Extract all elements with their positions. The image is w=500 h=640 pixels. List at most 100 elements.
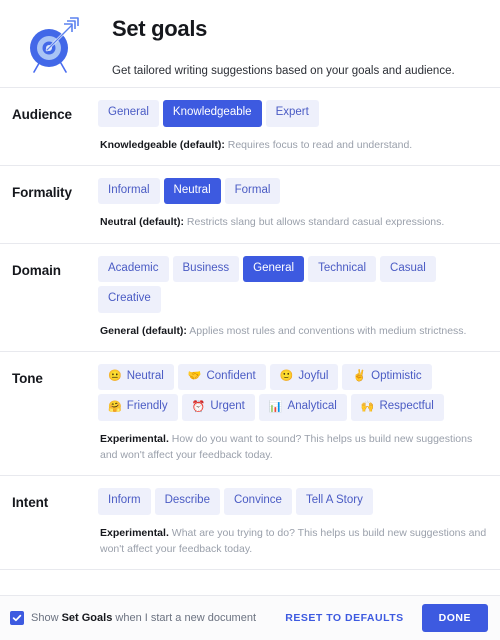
show-set-goals-checkbox[interactable] bbox=[10, 611, 24, 625]
done-button[interactable]: DONE bbox=[421, 604, 488, 632]
setting-body-domain: Academic Business General Technical Casual Cr… bbox=[98, 255, 490, 339]
option-label: Describe bbox=[164, 494, 210, 507]
option-tone-friendly[interactable]: 🤗 Friendly bbox=[98, 394, 178, 421]
option-label: Respectful bbox=[379, 400, 434, 413]
bar-chart-icon: 📊 bbox=[268, 400, 283, 413]
option-label: Optimistic bbox=[371, 369, 422, 382]
option-label: Informal bbox=[108, 183, 150, 196]
option-label: Academic bbox=[108, 261, 159, 274]
setting-row-domain: Domain Academic Business General Technical Ca… bbox=[0, 244, 500, 351]
option-intent-inform[interactable]: Inform bbox=[98, 488, 151, 515]
setting-body-intent: Inform Describe Convince Tell A Story Experi… bbox=[98, 488, 490, 557]
target-with-arrow-icon bbox=[14, 10, 90, 80]
option-label: Neutral bbox=[173, 183, 211, 196]
option-domain-creative[interactable]: Creative bbox=[98, 286, 161, 313]
option-audience-knowledgeable[interactable]: Knowledgeable bbox=[162, 100, 262, 127]
handshake-icon: 🤝 bbox=[187, 370, 202, 383]
neutral-face-icon: 😐 bbox=[108, 370, 122, 383]
option-audience-general[interactable]: General bbox=[98, 100, 159, 127]
option-formality-formal[interactable]: Formal bbox=[224, 177, 281, 205]
option-group-domain: Academic Business General Technical Casual Cr… bbox=[98, 255, 490, 313]
show-set-goals-label: Show Set Goals when I start a new docume… bbox=[31, 612, 257, 624]
option-formality-informal[interactable]: Informal bbox=[98, 177, 160, 205]
option-label: General bbox=[108, 106, 149, 118]
settings-sections: Audience General Knowledgeable Expert Knowle… bbox=[0, 88, 500, 571]
option-tone-respectful[interactable]: 🙌 Respectful bbox=[350, 394, 444, 421]
hugging-face-icon: 🤗 bbox=[108, 400, 122, 413]
setting-row-audience: Audience General Knowledgeable Expert Knowle… bbox=[0, 88, 500, 165]
divider bbox=[0, 569, 500, 571]
checkmark-icon bbox=[12, 613, 22, 623]
option-tone-neutral[interactable]: 😐 Neutral bbox=[98, 363, 174, 391]
option-intent-convince[interactable]: Convince bbox=[223, 488, 292, 515]
option-audience-expert[interactable]: Expert bbox=[265, 100, 319, 127]
option-intent-tell-a-story[interactable]: Tell A Story bbox=[295, 488, 373, 515]
page-title: Set goals bbox=[112, 16, 208, 41]
header-text-block: Set goals Get tailored writing suggestio… bbox=[90, 10, 455, 79]
option-intent-describe[interactable]: Describe bbox=[154, 488, 220, 515]
description-rest: Requires focus to read and understand. bbox=[224, 138, 413, 151]
description-rest: Applies most rules and conventions with … bbox=[186, 324, 467, 337]
option-tone-confident[interactable]: 🤝 Confident bbox=[177, 363, 266, 391]
option-label: Casual bbox=[390, 261, 426, 274]
option-label: General bbox=[253, 261, 295, 274]
description-strong: Knowledgeable (default): bbox=[100, 138, 225, 151]
show-set-goals-toggle[interactable]: Show Set Goals when I start a new docume… bbox=[10, 611, 277, 625]
option-label: Confident bbox=[206, 369, 256, 382]
option-domain-business[interactable]: Business bbox=[172, 255, 240, 283]
option-label: Technical bbox=[318, 261, 367, 274]
dialog-header: Set goals Get tailored writing suggestio… bbox=[0, 0, 500, 87]
option-tone-optimistic[interactable]: ✌️ Optimistic bbox=[342, 363, 432, 391]
raising-hands-icon: 🙌 bbox=[360, 400, 375, 413]
setting-description-formality: Neutral (default): Restricts slang but a… bbox=[98, 214, 490, 230]
smiling-face-icon: 🙂 bbox=[279, 370, 294, 383]
option-domain-general[interactable]: General bbox=[243, 255, 305, 283]
setting-row-formality: Formality Informal Neutral Formal Neutral (d… bbox=[0, 166, 500, 243]
option-label: Urgent bbox=[210, 400, 245, 413]
option-group-tone: 😐 Neutral 🤝 Confident 🙂 Joyful ✌️ Optimistic 🤗 Fr… bbox=[98, 363, 490, 421]
victory-hand-icon: ✌️ bbox=[352, 370, 367, 383]
option-tone-urgent[interactable]: ⏰ Urgent bbox=[181, 394, 255, 421]
option-group-audience: General Knowledgeable Expert bbox=[98, 100, 490, 127]
option-label: Creative bbox=[108, 292, 151, 305]
setting-description-audience: Knowledgeable (default): Requires focus … bbox=[98, 137, 490, 153]
option-domain-technical[interactable]: Technical bbox=[308, 255, 377, 283]
setting-description-tone: Experimental. How do you want to sound? … bbox=[98, 431, 490, 464]
setting-label-intent: Intent bbox=[12, 495, 49, 511]
option-formality-neutral[interactable]: Neutral bbox=[163, 177, 221, 205]
option-group-intent: Inform Describe Convince Tell A Story bbox=[98, 488, 490, 515]
option-domain-casual[interactable]: Casual bbox=[380, 255, 436, 283]
description-strong: Experimental. bbox=[100, 432, 169, 445]
option-label: Inform bbox=[108, 494, 141, 507]
description-strong: Neutral (default): bbox=[100, 216, 184, 229]
setting-label-domain: Domain bbox=[12, 262, 61, 278]
option-label: Tell A Story bbox=[305, 494, 363, 507]
setting-body-formality: Informal Neutral Formal Neutral (default): … bbox=[98, 177, 490, 231]
page-subtitle: Get tailored writing suggestions based o… bbox=[112, 65, 455, 78]
option-label: Convince bbox=[233, 494, 282, 507]
alarm-clock-icon: ⏰ bbox=[191, 400, 206, 413]
description-strong: Experimental. bbox=[100, 526, 169, 539]
setting-body-audience: General Knowledgeable Expert Knowledgeable … bbox=[98, 100, 490, 153]
setting-row-tone: Tone 😐 Neutral 🤝 Confident 🙂 Joyful ✌️ Optimisti… bbox=[0, 352, 500, 476]
option-group-formality: Informal Neutral Formal bbox=[98, 177, 490, 205]
option-label: Analytical bbox=[287, 400, 337, 413]
option-label: Business bbox=[182, 261, 230, 274]
option-label: Knowledgeable bbox=[172, 106, 252, 118]
option-tone-joyful[interactable]: 🙂 Joyful bbox=[269, 363, 339, 391]
option-tone-analytical[interactable]: 📊 Analytical bbox=[258, 394, 347, 421]
setting-label-audience: Audience bbox=[12, 107, 72, 122]
reset-to-defaults-button[interactable]: RESET TO DEFAULTS bbox=[277, 606, 411, 630]
option-domain-academic[interactable]: Academic bbox=[98, 255, 169, 283]
setting-description-domain: General (default): Applies most rules an… bbox=[98, 323, 490, 339]
option-label: Expert bbox=[275, 106, 309, 118]
option-label: Joyful bbox=[298, 369, 329, 382]
option-label: Friendly bbox=[126, 400, 168, 413]
setting-row-intent: Intent Inform Describe Convince Tell A Story… bbox=[0, 476, 500, 569]
dialog-footer: Show Set Goals when I start a new docume… bbox=[0, 595, 500, 640]
option-label: Formal bbox=[234, 183, 271, 196]
setting-label-tone: Tone bbox=[12, 370, 43, 386]
set-goals-dialog: Set goals Get tailored writing suggestio… bbox=[0, 0, 500, 640]
setting-description-intent: Experimental. What are you trying to do?… bbox=[98, 525, 490, 558]
option-label: Neutral bbox=[126, 369, 164, 382]
